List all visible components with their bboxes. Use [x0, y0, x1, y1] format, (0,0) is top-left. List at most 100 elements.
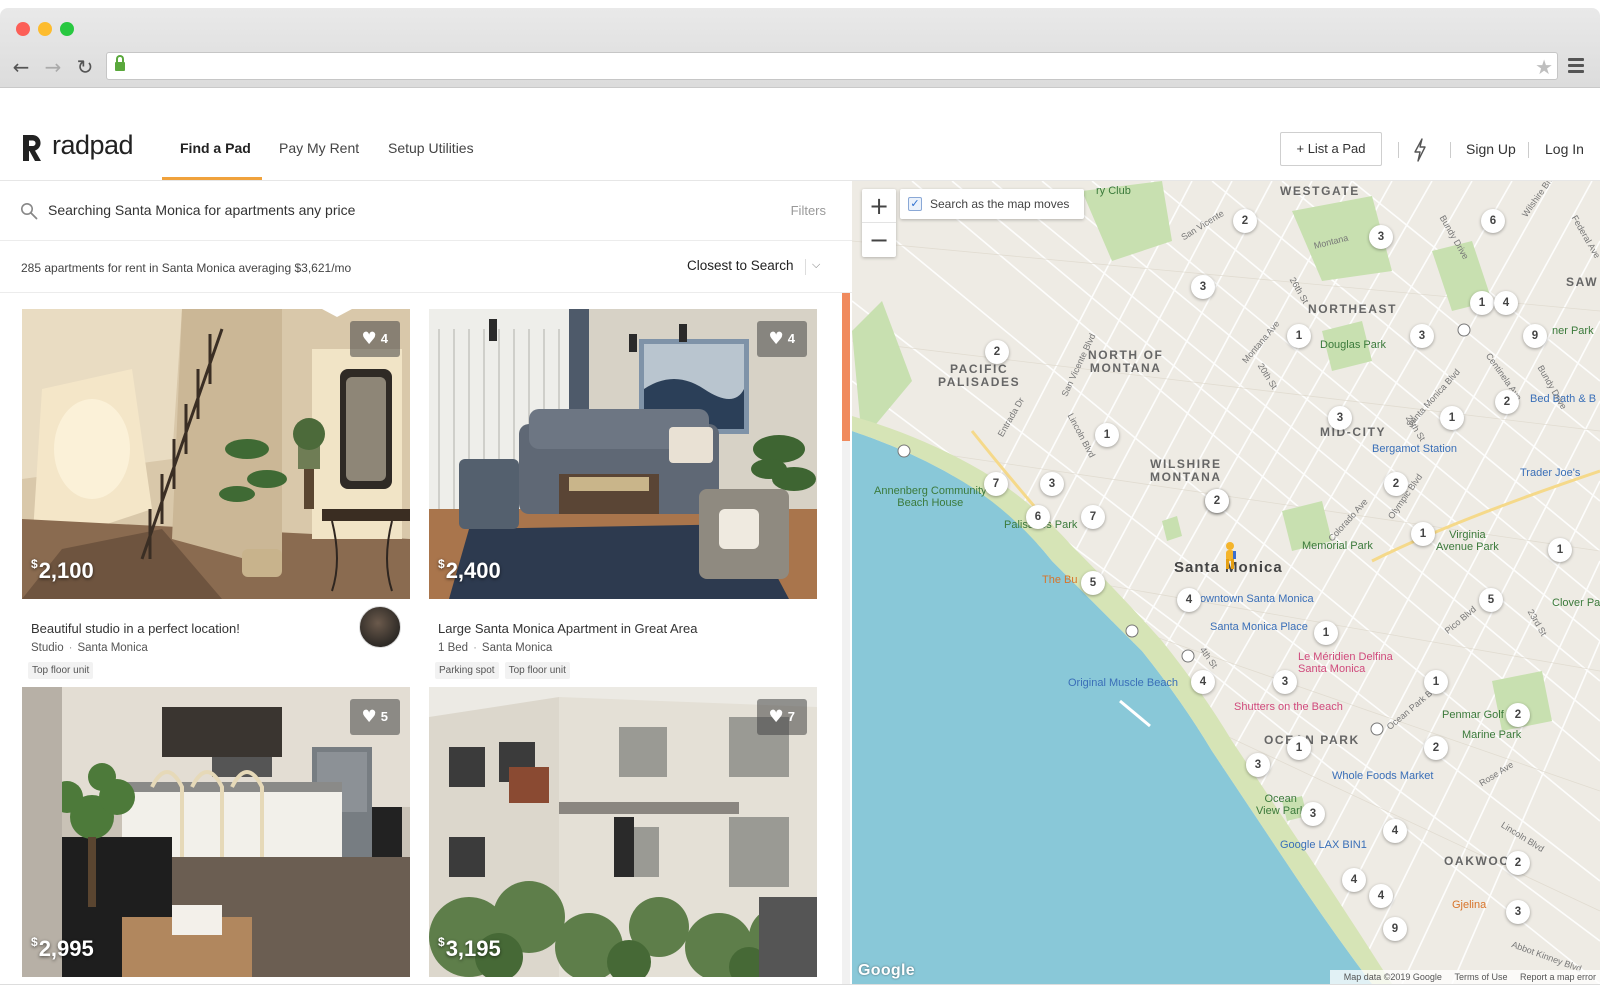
map-cluster-marker[interactable]: 3 [1328, 406, 1352, 430]
map-poi[interactable]: Whole Foods Market [1332, 770, 1433, 782]
listing-title[interactable]: Large Santa Monica Apartment in Great Ar… [438, 621, 697, 636]
listing-card[interactable]: ♥ 7 $3,195 [429, 687, 817, 987]
lightning-bolt-icon[interactable] [1412, 138, 1428, 162]
map-poi[interactable]: Google LAX BIN1 [1280, 839, 1367, 851]
browser-menu-icon[interactable] [1568, 58, 1584, 76]
favorite-button[interactable]: ♥ 7 [756, 699, 807, 735]
map-cluster-marker[interactable]: 1 [1470, 291, 1494, 315]
agent-avatar[interactable] [359, 606, 401, 648]
zoom-in-button[interactable]: + [862, 189, 896, 223]
nav-find-a-pad[interactable]: Find a Pad [180, 140, 251, 156]
map-cluster-marker[interactable]: 9 [1383, 917, 1407, 941]
terms-of-use-link[interactable]: Terms of Use [1454, 972, 1507, 982]
map-cluster-marker[interactable]: 1 [1095, 423, 1119, 447]
listing-card[interactable]: ♥ 4 $2,400 Large Santa Monica Apartment i… [429, 309, 817, 689]
map-cluster-marker[interactable]: 1 [1287, 736, 1311, 760]
back-arrow-icon[interactable]: ← [10, 56, 32, 78]
maximize-window-button[interactable] [60, 22, 74, 36]
pegman-icon[interactable] [1222, 541, 1238, 571]
address-bar[interactable]: ★ [106, 52, 1558, 80]
map-cluster-marker[interactable]: 3 [1040, 472, 1064, 496]
map-cluster-marker[interactable]: 3 [1273, 670, 1297, 694]
nav-setup-utilities[interactable]: Setup Utilities [388, 140, 474, 156]
map-cluster-marker[interactable]: 9 [1523, 324, 1547, 348]
map-poi[interactable]: Douglas Park [1320, 339, 1386, 351]
favorite-button[interactable]: ♥ 4 [756, 321, 807, 357]
map-poi[interactable]: Trader Joe's [1520, 467, 1580, 479]
map-cluster-marker[interactable]: 4 [1369, 884, 1393, 908]
log-in-link[interactable]: Log In [1545, 141, 1584, 157]
map-cluster-marker[interactable]: 2 [1205, 489, 1229, 513]
map-cluster-marker[interactable]: 4 [1177, 588, 1201, 612]
search-as-map-moves-toggle[interactable]: ✓ Search as the map moves [900, 189, 1084, 219]
nav-pay-my-rent[interactable]: Pay My Rent [279, 140, 359, 156]
map-cluster-marker[interactable]: 2 [985, 340, 1009, 364]
map-poi[interactable]: Clover Pa [1552, 597, 1600, 609]
forward-arrow-icon[interactable]: → [42, 56, 64, 78]
map-poi[interactable]: Original Muscle Beach [1068, 677, 1178, 689]
bookmark-star-icon[interactable]: ★ [1535, 55, 1553, 79]
map-poi[interactable]: Le Méridien Delfina Santa Monica [1298, 651, 1393, 675]
map-poi[interactable]: Santa Monica Place [1210, 621, 1308, 633]
close-window-button[interactable] [16, 22, 30, 36]
map-cluster-marker[interactable]: 3 [1410, 324, 1434, 348]
map-cluster-marker[interactable]: 2 [1506, 703, 1530, 727]
listing-card[interactable]: ♥ 5 $2,995 [22, 687, 410, 987]
map-cluster-marker[interactable]: 4 [1383, 819, 1407, 843]
map-poi[interactable]: Memorial Park [1302, 540, 1373, 552]
map-cluster-marker[interactable]: 5 [1081, 571, 1105, 595]
report-map-error-link[interactable]: Report a map error [1520, 972, 1596, 982]
reload-icon[interactable]: ↻ [74, 56, 96, 78]
map-cluster-marker[interactable]: 4 [1342, 868, 1366, 892]
map-cluster-marker[interactable]: 1 [1411, 522, 1435, 546]
map-cluster-marker[interactable]: 1 [1548, 538, 1572, 562]
map-poi[interactable]: ner Park [1552, 325, 1594, 337]
map-cluster-marker[interactable]: 2 [1506, 851, 1530, 875]
map-cluster-marker[interactable]: 2 [1495, 390, 1519, 414]
map-poi[interactable]: ry Club [1096, 185, 1131, 197]
list-a-pad-button[interactable]: + List a Pad [1280, 132, 1382, 166]
favorite-button[interactable]: ♥ 4 [349, 321, 400, 357]
map-poi[interactable]: Virginia Avenue Park [1436, 529, 1499, 553]
map-cluster-marker[interactable]: 3 [1369, 225, 1393, 249]
search-query-text[interactable]: Searching Santa Monica for apartments an… [48, 202, 355, 218]
zoom-out-button[interactable]: − [862, 223, 896, 257]
map-cluster-marker[interactable]: 3 [1246, 753, 1270, 777]
map-poi[interactable]: Gjelina [1452, 899, 1486, 911]
map-cluster-marker[interactable]: 3 [1301, 802, 1325, 826]
map-cluster-marker[interactable]: 1 [1440, 406, 1464, 430]
map-cluster-marker[interactable]: 1 [1287, 324, 1311, 348]
map-poi[interactable]: Bergamot Station [1372, 443, 1457, 455]
map-poi[interactable]: Ocean View Park [1256, 793, 1305, 817]
map-poi[interactable]: The Bu [1042, 574, 1077, 586]
map-cluster-marker[interactable]: 2 [1384, 472, 1408, 496]
map-poi[interactable]: Penmar Golf C [1442, 709, 1515, 721]
map-cluster-marker[interactable]: 3 [1191, 275, 1215, 299]
sign-up-link[interactable]: Sign Up [1466, 141, 1516, 157]
map-cluster-marker[interactable]: 1 [1314, 621, 1338, 645]
minimize-window-button[interactable] [38, 22, 52, 36]
map-cluster-marker[interactable]: 7 [1081, 505, 1105, 529]
map-cluster-marker[interactable]: 7 [984, 472, 1008, 496]
map-cluster-marker[interactable]: 2 [1233, 209, 1257, 233]
search-bar[interactable]: Searching Santa Monica for apartments an… [0, 181, 852, 241]
map-cluster-marker[interactable]: 1 [1424, 670, 1448, 694]
map-cluster-marker[interactable]: 4 [1191, 670, 1215, 694]
map-cluster-marker[interactable]: 6 [1026, 505, 1050, 529]
listing-title[interactable]: Beautiful studio in a perfect location! [31, 621, 240, 636]
map-cluster-marker[interactable]: 5 [1479, 588, 1503, 612]
listing-card[interactable]: ♥ 4 $2,100 Beautiful studio in a perfect … [22, 309, 410, 689]
logo-text[interactable]: radpad [52, 130, 134, 161]
chevron-down-icon[interactable]: ⌵ [812, 258, 820, 272]
search-as-map-moves-checkbox[interactable]: ✓ [908, 197, 922, 211]
map-cluster-marker[interactable]: 6 [1481, 209, 1505, 233]
map-poi[interactable]: Annenberg Community Beach House [874, 485, 987, 509]
radpad-logo-icon[interactable] [20, 133, 44, 163]
filters-button[interactable]: Filters [791, 203, 826, 218]
map-cluster-marker[interactable]: 3 [1506, 900, 1530, 924]
google-logo[interactable]: Google [858, 962, 915, 980]
map-poi[interactable]: Shutters on the Beach [1234, 701, 1343, 713]
favorite-button[interactable]: ♥ 5 [349, 699, 400, 735]
map-poi[interactable]: Downtown Santa Monica [1192, 593, 1314, 605]
scrollbar-thumb[interactable] [842, 293, 850, 441]
